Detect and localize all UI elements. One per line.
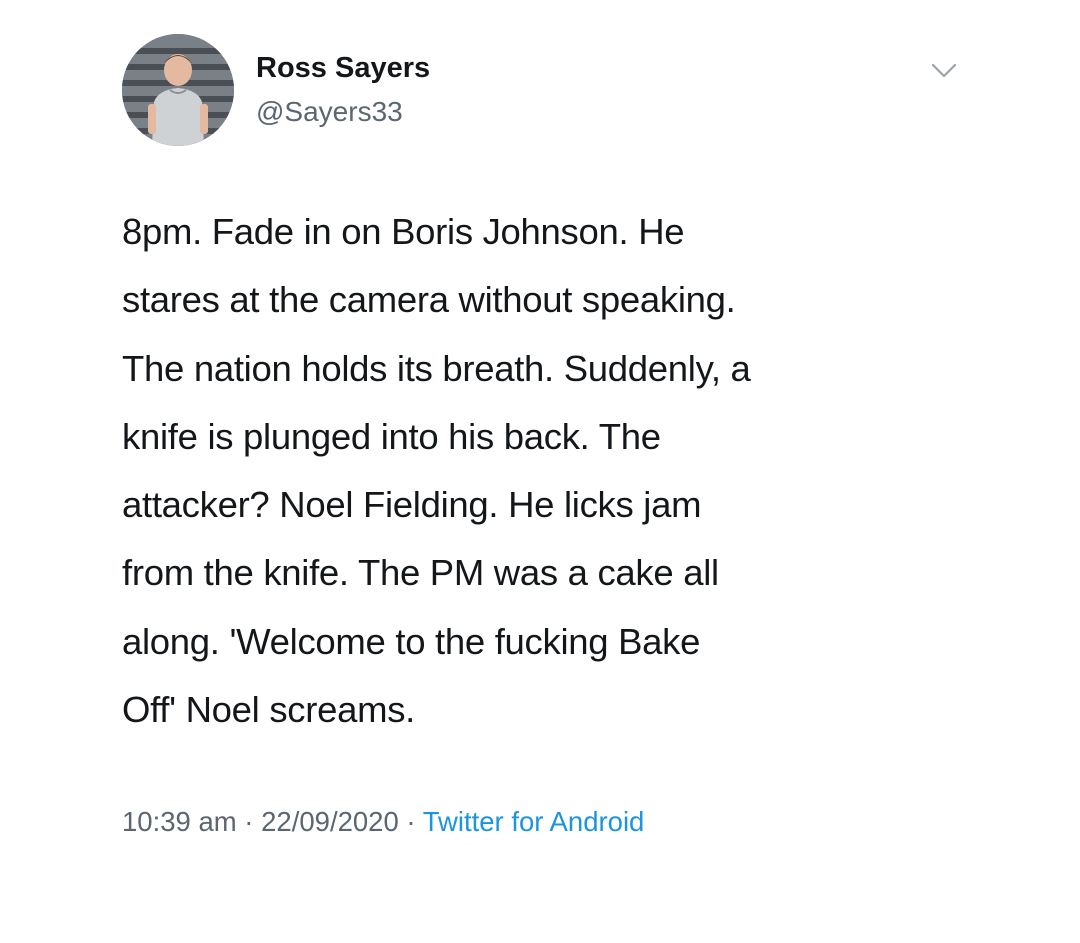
tweet-text-line: The nation holds its breath. Suddenly, a (122, 347, 751, 389)
author-name[interactable]: Ross Sayers (256, 52, 430, 85)
avatar-photo (122, 34, 234, 146)
tweet-text-line: attacker? Noel Fielding. He licks jam (122, 484, 702, 526)
tweet-text: 8pm. Fade in on Boris Johnson. He stares… (122, 198, 982, 744)
tweet-meta: 10:39 am · 22/09/2020 · Twitter for Andr… (122, 806, 644, 838)
meta-separator: · (398, 806, 423, 837)
tweet-text-line: 8pm. Fade in on Boris Johnson. He (122, 211, 685, 252)
tweet-source-link[interactable]: Twitter for Android (423, 806, 645, 837)
chevron-down-icon[interactable] (926, 56, 962, 86)
tweet-text-line: along. 'Welcome to the fucking Bake (122, 620, 701, 662)
avatar[interactable] (122, 34, 234, 146)
meta-separator: · (236, 806, 262, 837)
tweet-date[interactable]: 22/09/2020 (261, 806, 399, 837)
tweet-text-line: from the knife. The PM was a cake all (122, 552, 719, 594)
author-handle[interactable]: @Sayers33 (256, 96, 403, 128)
tweet-time[interactable]: 10:39 am (122, 806, 237, 837)
tweet-text-line: Off' Noel screams. (122, 689, 415, 731)
tweet-text-line: stares at the camera without speaking. (122, 279, 736, 321)
tweet-text-line: knife is plunged into his back. The (122, 415, 661, 457)
tweet-card: Ross Sayers @Sayers33 8pm. Fade in on Bo… (0, 0, 1080, 943)
